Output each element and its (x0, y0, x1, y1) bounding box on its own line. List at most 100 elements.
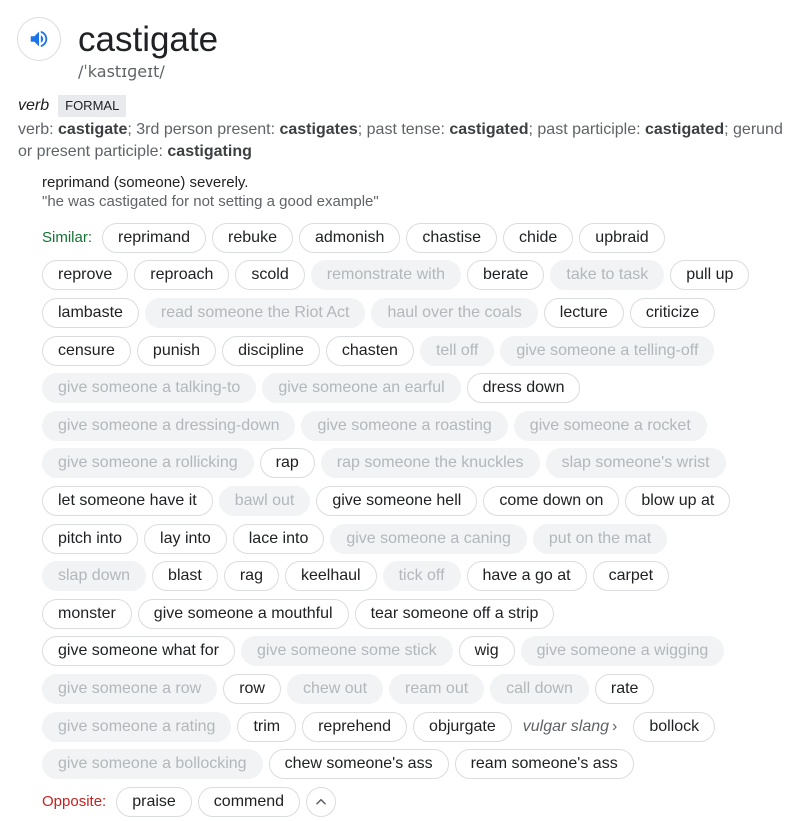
synonym-chip[interactable]: give someone a rocket (513, 410, 707, 441)
synonym-chip[interactable]: keelhaul (284, 561, 377, 592)
usage-example: "he was castigated for not setting a goo… (42, 193, 379, 210)
synonym-chip[interactable]: dress down (466, 373, 581, 404)
chip-row: monster give someone a mouthful tear someo… (42, 595, 762, 633)
headword: castigate (78, 20, 219, 59)
synonym-chip[interactable]: rap (259, 448, 315, 479)
synonym-chip[interactable]: chew someone's ass (268, 749, 449, 780)
synonym-chip[interactable]: lecture (543, 297, 624, 328)
synonym-chip[interactable]: chastise (406, 222, 498, 253)
synonym-chip[interactable]: reproach (134, 260, 230, 291)
chip-row: Opposite: praise commend (42, 783, 762, 821)
synonym-chip[interactable]: give someone a roasting (301, 410, 508, 441)
synonym-chip[interactable]: pitch into (42, 523, 139, 554)
synonym-chip[interactable]: tear someone off a strip (354, 598, 555, 629)
chip-row: censure punish discipline chasten tell off gi… (42, 332, 762, 370)
inflection-word: castigates (279, 121, 358, 138)
synonym-chip[interactable]: trim (237, 711, 297, 742)
synonym-chip[interactable]: chasten (325, 335, 414, 366)
synonym-chip[interactable]: give someone a telling-off (500, 335, 715, 366)
synonym-chip[interactable]: give someone a dressing-down (42, 410, 296, 441)
vulgar-slang-toggle[interactable]: vulgar slang › (518, 712, 628, 742)
definition: reprimand (someone) severely. (42, 174, 249, 191)
inflection-label: ; 3rd person present: (127, 121, 280, 138)
synonym-chip[interactable]: read someone the Riot Act (144, 297, 366, 328)
synonym-chip[interactable]: monster (42, 598, 132, 629)
inflection-label: ; past participle: (528, 121, 645, 138)
inflection-forms: verb: castigate; 3rd person present: cas… (18, 119, 788, 163)
synonym-chip[interactable]: blow up at (625, 485, 731, 516)
synonym-chip[interactable]: haul over the coals (371, 297, 538, 328)
synonym-chip[interactable]: give someone a wigging (520, 636, 725, 667)
pronunciation-button[interactable] (17, 17, 61, 61)
chip-row: give someone a rating trim reprehend objurg… (42, 708, 762, 746)
synonym-chip[interactable]: slap someone's wrist (545, 448, 726, 479)
inflection-label: ; past tense: (357, 121, 450, 138)
synonym-chip[interactable]: scold (235, 260, 305, 291)
synonym-chip[interactable]: rag (223, 561, 279, 592)
synonym-chip[interactable]: chide (503, 222, 574, 253)
synonym-chip[interactable]: reprove (42, 260, 129, 291)
synonym-chip[interactable]: lace into (232, 523, 325, 554)
synonym-chip[interactable]: rate (594, 673, 655, 704)
chevron-up-icon (316, 798, 326, 805)
synonym-chip[interactable]: pull up (670, 260, 750, 291)
antonym-chip[interactable]: praise (116, 786, 192, 817)
antonym-chip[interactable]: commend (197, 786, 301, 817)
synonym-chip[interactable]: remonstrate with (310, 260, 462, 291)
chip-row: reprove reproach scold remonstrate with bera… (42, 257, 762, 295)
synonym-chip[interactable]: reprimand (102, 222, 207, 253)
synonym-chip[interactable]: lay into (144, 523, 227, 554)
synonym-chip[interactable]: slap down (42, 561, 147, 592)
synonym-chip[interactable]: wig (458, 636, 515, 667)
phonetic-spelling: /ˈkastɪɡeɪt/ (78, 62, 165, 81)
synonym-chip[interactable]: upbraid (579, 222, 665, 253)
synonym-chip[interactable]: let someone have it (42, 485, 213, 516)
synonym-chip[interactable]: call down (490, 673, 589, 704)
synonym-chip[interactable]: censure (42, 335, 131, 366)
synonym-chip[interactable]: ream out (389, 673, 485, 704)
synonym-chip[interactable]: rebuke (212, 222, 293, 253)
chip-row: give someone a bollocking chew someone's … (42, 745, 762, 783)
synonym-chip[interactable]: berate (467, 260, 545, 291)
synonym-chip[interactable]: reprehend (302, 711, 408, 742)
synonym-chip[interactable]: give someone a caning (330, 523, 527, 554)
synonym-chip[interactable]: carpet (592, 561, 670, 592)
synonym-chip[interactable]: bawl out (218, 485, 311, 516)
inflection-word: castigated (449, 121, 529, 138)
synonym-chip[interactable]: give someone some stick (240, 636, 453, 667)
thesaurus-chips: Similar: reprimand rebuke admonish chastise c… (42, 219, 762, 821)
synonym-chip[interactable]: put on the mat (532, 523, 668, 554)
synonym-chip[interactable]: admonish (298, 222, 401, 253)
synonym-chip[interactable]: give someone a talking-to (42, 373, 257, 404)
synonym-chip[interactable]: have a go at (466, 561, 587, 592)
synonym-chip[interactable]: criticize (629, 297, 716, 328)
synonym-chip[interactable]: objurgate (413, 711, 512, 742)
chip-row: let someone have it bawl out give someone … (42, 482, 762, 520)
synonym-chip[interactable]: give someone a row (42, 673, 218, 704)
synonym-chip[interactable]: blast (152, 561, 218, 592)
synonym-chip[interactable]: give someone what for (42, 636, 235, 667)
synonym-chip[interactable]: rap someone the knuckles (320, 448, 540, 479)
synonym-chip[interactable]: tell off (419, 335, 495, 366)
collapse-button[interactable] (306, 786, 337, 817)
synonym-chip[interactable]: give someone a mouthful (137, 598, 349, 629)
inflection-label: verb: (18, 121, 59, 138)
synonym-chip[interactable]: ream someone's ass (454, 749, 634, 780)
synonym-chip[interactable]: tick off (382, 561, 461, 592)
synonym-chip[interactable]: give someone an earful (262, 373, 461, 404)
synonym-chip[interactable]: give someone a rating (42, 711, 232, 742)
synonym-chip[interactable]: punish (136, 335, 217, 366)
synonym-chip[interactable]: give someone a bollocking (42, 749, 263, 780)
vulgar-slang-label: vulgar slang (522, 717, 610, 735)
synonym-chip[interactable]: give someone a rollicking (42, 448, 254, 479)
synonym-chip[interactable]: give someone hell (316, 485, 478, 516)
synonym-chip[interactable]: discipline (222, 335, 320, 366)
synonym-chip[interactable]: come down on (483, 485, 620, 516)
synonym-chip[interactable]: bollock (633, 711, 716, 742)
synonym-chip[interactable]: lambaste (42, 297, 139, 328)
similar-label: Similar: (42, 229, 93, 247)
opposite-label: Opposite: (42, 793, 107, 811)
synonym-chip[interactable]: take to task (550, 260, 665, 291)
synonym-chip[interactable]: row (223, 673, 281, 704)
synonym-chip[interactable]: chew out (286, 673, 384, 704)
